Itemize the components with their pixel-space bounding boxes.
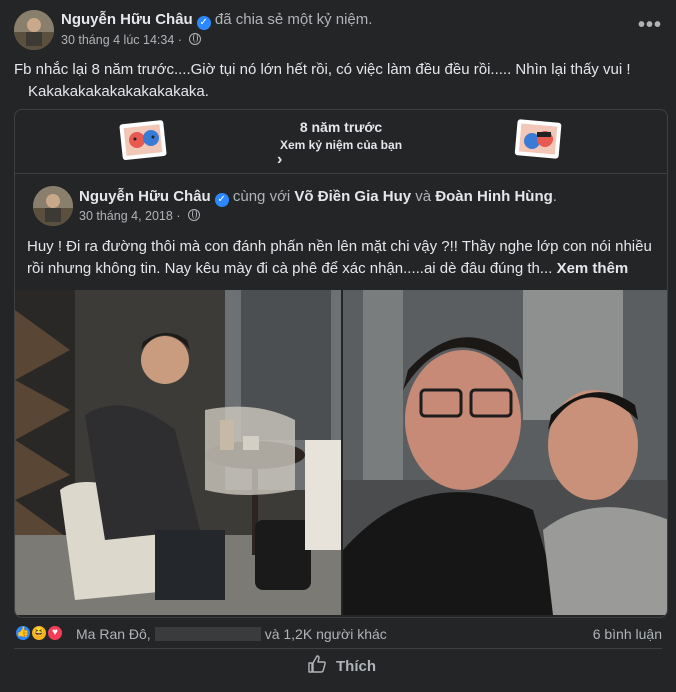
memory-photo-left[interactable] [15, 290, 341, 615]
verified-badge-icon: ✓ [196, 16, 211, 30]
memory-header[interactable]: 8 năm trước Xem kỷ niệm của bạn › [15, 110, 667, 174]
shared-post-header: Nguyễn Hữu Châu ✓ cùng với Võ Điền Gia Hu… [79, 188, 557, 207]
reactors-summary[interactable]: Ma Ran Đô, và 1,2K người khác [76, 626, 387, 642]
divider [14, 648, 662, 649]
shared-post-date[interactable]: 30 tháng 4, 2018 [79, 209, 173, 223]
globe-icon [189, 33, 202, 45]
memory-photo-right[interactable] [343, 290, 667, 615]
end-period: . [552, 188, 557, 205]
memory-card[interactable]: 8 năm trước Xem kỷ niệm của bạn › Nguyễn… [14, 109, 668, 618]
more-options-icon[interactable]: ••• [638, 14, 662, 37]
memory-subtitle[interactable]: Xem kỷ niệm của bạn [15, 138, 667, 152]
post-card: Nguyễn Hữu Châu ✓ đã chia sẻ một kỷ niệm.… [0, 0, 676, 692]
post-meta: 30 tháng 4 lúc 14:34 · [61, 33, 202, 47]
chevron-right-icon[interactable]: › [277, 151, 282, 169]
like-thumb-icon [308, 655, 326, 673]
post-text-line: Fb nhắc lại 8 năm trước....Giờ tụi nó lớ… [14, 61, 631, 78]
post-text-line: Kakakakakakakakakakaka. [28, 83, 209, 100]
shared-post-text: Huy ! Đi ra đường thôi mà con đánh phấn … [27, 236, 657, 280]
and-word: và [415, 188, 432, 205]
author-name[interactable]: Nguyễn Hữu Châu [61, 11, 193, 28]
tagged-person[interactable]: Đoàn Hinh Hùng [435, 188, 552, 205]
verified-badge-icon: ✓ [214, 193, 229, 207]
first-reactor[interactable]: Ma Ran Đô, [76, 626, 151, 642]
like-label: Thích [336, 658, 376, 675]
globe-icon [187, 209, 200, 221]
post-header-line: Nguyễn Hữu Châu ✓ đã chia sẻ một kỷ niệm. [61, 11, 372, 30]
like-button[interactable]: Thích [300, 652, 380, 682]
redacted-name [154, 627, 261, 641]
author-avatar[interactable] [14, 10, 54, 50]
shared-post-meta: 30 tháng 4, 2018 · [79, 209, 200, 223]
love-reaction-icon[interactable]: ♥ [46, 624, 64, 642]
other-reactors[interactable]: và 1,2K người khác [265, 626, 387, 642]
tagged-person[interactable]: Võ Điền Gia Huy [294, 188, 411, 205]
memory-title: 8 năm trước [299, 119, 383, 135]
meta-separator: · [176, 209, 181, 223]
reactions-bar: 👍 😆 ♥ Ma Ran Đô, và 1,2K người khác 6 bìn… [14, 623, 662, 645]
shared-author-name[interactable]: Nguyễn Hữu Châu [79, 188, 211, 205]
see-more-link[interactable]: Xem thêm [557, 260, 629, 277]
comments-count[interactable]: 6 bình luận [593, 626, 662, 642]
post-action-text: đã chia sẻ một kỷ niệm. [214, 11, 373, 28]
meta-separator: · [177, 33, 182, 47]
shared-author-avatar[interactable] [33, 186, 73, 226]
with-word: cùng với [232, 188, 291, 205]
post-text: Fb nhắc lại 8 năm trước....Giờ tụi nó lớ… [14, 59, 654, 103]
post-timestamp[interactable]: 30 tháng 4 lúc 14:34 [61, 33, 174, 47]
